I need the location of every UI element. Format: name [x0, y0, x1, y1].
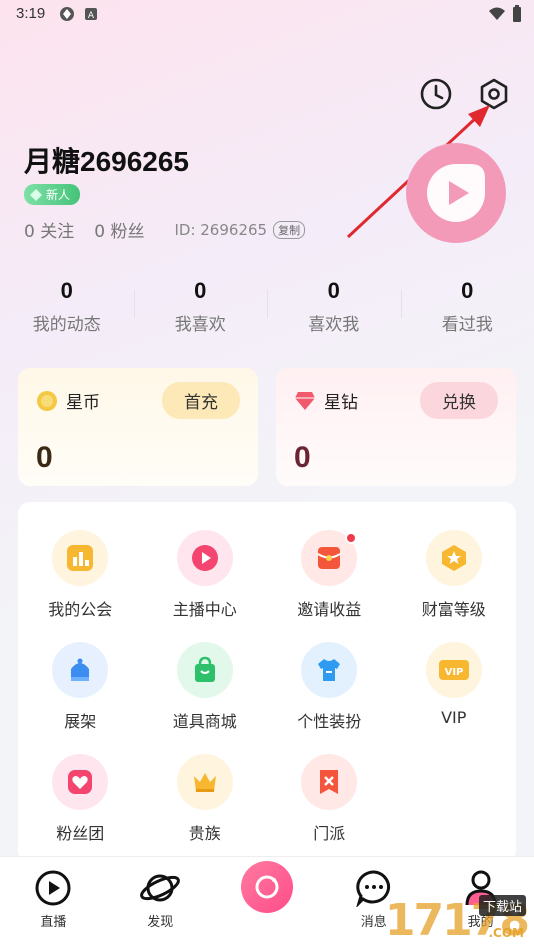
invite-income-icon: [301, 530, 358, 586]
menu-fan-club[interactable]: 粉丝团: [18, 754, 143, 844]
menu-label: 主播中心: [172, 600, 237, 619]
menu-props-mall[interactable]: 道具商城: [143, 642, 268, 732]
menu-wealth-level[interactable]: 财富等级: [392, 530, 517, 620]
fans-count[interactable]: 0 粉丝: [94, 217, 144, 242]
menu-vip[interactable]: VIP VIP: [392, 642, 517, 732]
menu-label: 我的公会: [48, 600, 113, 619]
guild-icon: [52, 530, 109, 586]
exchange-button[interactable]: 兑换: [420, 382, 498, 419]
menu-my-guild[interactable]: 我的公会: [18, 530, 143, 620]
user-id: ID: 2696265 复制: [174, 220, 306, 239]
app-status-icon: [60, 7, 74, 21]
menu-label: 展架: [64, 712, 97, 731]
vip-icon: VIP: [425, 642, 482, 698]
stat-label: 看过我: [441, 315, 493, 335]
stat-label: 我的动态: [32, 315, 101, 335]
follow-count[interactable]: 0 关注: [24, 217, 74, 242]
coin-name: 星币: [66, 393, 100, 413]
star-coin-card[interactable]: 星币 首充 0: [18, 368, 258, 486]
menu-display-rack[interactable]: 展架: [18, 642, 143, 732]
stat-i-like[interactable]: 0 我喜欢: [133, 278, 268, 335]
user-id-text: ID: 2696265: [174, 220, 268, 239]
stat-number: 0: [60, 278, 73, 303]
history-button[interactable]: [418, 76, 454, 112]
menu-label: 门派: [313, 824, 346, 843]
menu-noble[interactable]: 贵族: [143, 754, 268, 844]
status-time: 3:19: [16, 5, 46, 22]
username: 月糖2696265: [24, 146, 190, 177]
menu-label: 道具商城: [172, 712, 237, 731]
tab-label: 直播: [40, 915, 67, 930]
avatar[interactable]: [406, 143, 506, 243]
menu-label: 邀请收益: [297, 600, 362, 619]
camera-button[interactable]: [240, 861, 293, 913]
gear-icon: [480, 78, 508, 110]
status-bar: 3:19 A: [0, 0, 534, 30]
diamond-badge-icon: [30, 188, 42, 201]
history-clock-icon: [420, 78, 452, 110]
stat-my-posts[interactable]: 0 我的动态: [0, 278, 134, 335]
top-actions: [418, 76, 512, 112]
settings-button[interactable]: [476, 76, 512, 112]
notification-a-icon: A: [85, 8, 97, 21]
star-diamond-card[interactable]: 星钻 兑换 0: [276, 368, 516, 486]
diamond-name: 星钻: [324, 393, 358, 413]
stat-number: 0: [194, 278, 207, 303]
live-play-icon: [35, 870, 71, 906]
coin-icon: [37, 390, 57, 411]
menu-label: VIP: [441, 708, 467, 727]
menu-label: 财富等级: [421, 600, 486, 619]
display-rack-icon: [52, 642, 109, 698]
badge-label: 新人: [46, 188, 71, 202]
copy-id-button[interactable]: 复制: [273, 220, 306, 239]
svg-text:A: A: [88, 11, 95, 21]
stat-label: 喜欢我: [308, 315, 360, 335]
menu-label: 粉丝团: [56, 824, 105, 843]
menu-invite-income[interactable]: 邀请收益: [267, 530, 392, 620]
diamond-icon: [295, 391, 315, 410]
site-watermark: 17178 下载站 .COM: [385, 895, 530, 946]
tab-discover[interactable]: 发现: [107, 857, 214, 950]
anchor-center-icon: [176, 530, 233, 586]
coin-balance: 0: [36, 441, 53, 474]
tab-label: 消息: [360, 915, 387, 930]
wifi-icon: [489, 7, 505, 20]
diamond-balance: 0: [294, 441, 311, 474]
menu-label: 贵族: [188, 824, 221, 843]
noble-icon: [176, 754, 233, 810]
stat-label: 我喜欢: [174, 315, 226, 335]
tab-camera[interactable]: [214, 857, 321, 950]
stat-likes-me[interactable]: 0 喜欢我: [267, 278, 401, 335]
planet-icon: [140, 874, 181, 902]
stat-visitors[interactable]: 0 看过我: [400, 278, 534, 335]
feature-menu: 我的公会 主播中心 邀请收益 财富等级 展架 道具商城 个性装扮 VIP VIP…: [18, 502, 516, 862]
dress-up-icon: [301, 642, 358, 698]
first-recharge-button[interactable]: 首充: [162, 382, 240, 419]
camera-lens-icon: [255, 875, 279, 899]
stats-row: 0 我的动态 0 我喜欢 0 喜欢我 0 看过我: [0, 278, 534, 335]
tab-label: 发现: [147, 915, 174, 930]
app-logo-icon: [427, 164, 485, 222]
fan-club-icon: [52, 754, 109, 810]
menu-anchor-center[interactable]: 主播中心: [143, 530, 268, 620]
props-mall-icon: [176, 642, 233, 698]
new-user-badge: 新人: [24, 184, 81, 205]
menu-sect[interactable]: 门派: [267, 754, 392, 844]
wealth-level-icon: [425, 530, 482, 586]
tab-live[interactable]: 直播: [0, 857, 107, 950]
battery-icon: [513, 5, 521, 22]
stat-number: 0: [461, 278, 474, 303]
profile-section: 月糖2696265 新人 0 关注 0 粉丝 ID: 2696265 复制: [24, 140, 306, 242]
svg-text:VIP: VIP: [444, 667, 463, 678]
stat-number: 0: [327, 278, 340, 303]
menu-dress-up[interactable]: 个性装扮: [267, 642, 392, 732]
watermark-suffix: .COM: [488, 926, 524, 940]
sect-icon: [301, 754, 358, 810]
watermark-tag: 下载站: [478, 895, 526, 916]
menu-label: 个性装扮: [297, 712, 362, 731]
notification-dot: [345, 532, 358, 544]
